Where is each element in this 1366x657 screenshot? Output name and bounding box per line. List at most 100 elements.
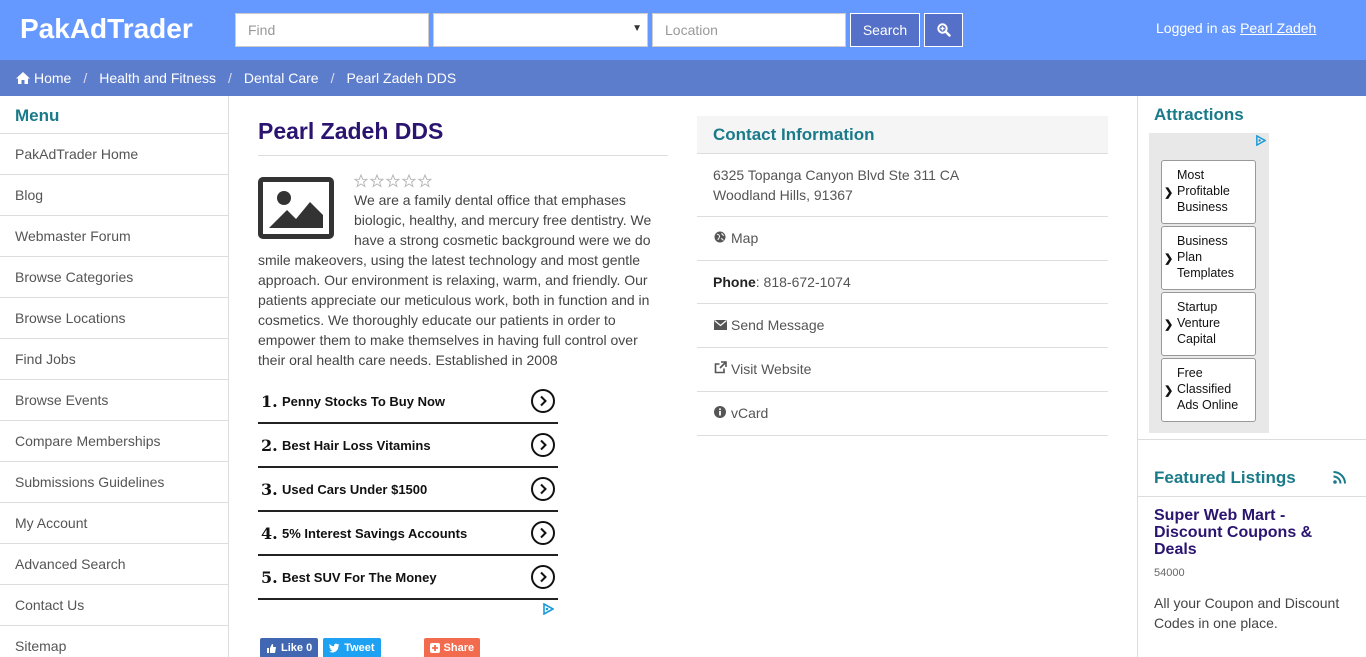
breadcrumb-health-fitness[interactable]: Health and Fitness	[99, 70, 216, 86]
menu-item-browse-locations[interactable]: Browse Locations	[0, 298, 228, 339]
login-prefix: Logged in as	[1156, 20, 1237, 36]
ad-label: Penny Stocks To Buy Now	[282, 393, 446, 409]
image-placeholder-icon	[258, 177, 334, 239]
attraction-link[interactable]: ❯ Most Profitable Business	[1161, 160, 1256, 224]
facebook-like-button[interactable]: Like 0	[260, 638, 319, 657]
ad-link[interactable]: 2. Best Hair Loss Vitamins	[258, 424, 558, 468]
attraction-line: Business	[1177, 200, 1228, 214]
menu-item-find-jobs[interactable]: Find Jobs	[0, 339, 228, 380]
attraction-line: Free	[1177, 366, 1203, 380]
menu-item-blog[interactable]: Blog	[0, 175, 228, 216]
attractions-ad-box: ❯ Most Profitable Business ❯ Business Pl…	[1149, 133, 1269, 433]
listing-title: Pearl Zadeh DDS	[258, 118, 668, 156]
vcard-label: vCard	[731, 405, 769, 421]
menu-item-webmaster-forum[interactable]: Webmaster Forum	[0, 216, 228, 257]
contact-panel: Contact Information 6325 Topanga Canyon …	[697, 116, 1108, 436]
breadcrumb: Home / Health and Fitness / Dental Care …	[0, 60, 1366, 96]
ad-number: 5.	[261, 567, 278, 587]
contact-vcard[interactable]: vCard	[697, 392, 1108, 436]
attraction-link[interactable]: ❯ Startup Venture Capital	[1161, 292, 1256, 356]
sponsored-links: 1. Penny Stocks To Buy Now 2. Best Hair …	[258, 380, 558, 600]
adchoices-icon[interactable]	[1255, 135, 1266, 146]
facebook-like-label: Like 0	[281, 642, 313, 654]
plus-icon	[429, 643, 440, 653]
menu-item-contact-us[interactable]: Contact Us	[0, 585, 228, 626]
ad-label: 5% Interest Savings Accounts	[282, 525, 468, 541]
attraction-line: Templates	[1177, 266, 1234, 280]
featured-listing-id: 54000	[1154, 567, 1185, 579]
ad-link[interactable]: 1. Penny Stocks To Buy Now	[258, 380, 558, 424]
menu-item-browse-categories[interactable]: Browse Categories	[0, 257, 228, 298]
left-menu: Menu PakAdTrader Home Blog Webmaster For…	[0, 96, 229, 657]
chevron-right-icon: ❯	[1164, 385, 1174, 397]
rss-icon[interactable]	[1333, 471, 1346, 484]
menu-item-home[interactable]: PakAdTrader Home	[0, 134, 228, 175]
menu-item-compare-memberships[interactable]: Compare Memberships	[0, 421, 228, 462]
ad-number: 4.	[261, 523, 278, 543]
ad-link[interactable]: 5. Best SUV For The Money	[258, 556, 558, 600]
username-link[interactable]: Pearl Zadeh	[1240, 20, 1316, 36]
menu-item-sitemap[interactable]: Sitemap	[0, 626, 228, 657]
attractions-title: Attractions	[1154, 105, 1244, 124]
social-buttons: Like 0 Tweet Share	[260, 638, 481, 657]
select-arrow-icon: ▼	[632, 23, 642, 34]
site-logo[interactable]: PakAdTrader	[20, 13, 193, 45]
attraction-line: Ads Online	[1177, 398, 1239, 412]
featured-listing-title[interactable]: Super Web Mart - Discount Coupons & Deal…	[1154, 507, 1354, 558]
chevron-right-icon: ❯	[1164, 253, 1174, 265]
right-sidebar: Attractions ❯ Most Profitable Business ❯…	[1137, 96, 1366, 657]
empty-star-icon	[353, 173, 433, 188]
location-input[interactable]	[652, 13, 846, 47]
send-message-label: Send Message	[731, 317, 825, 333]
menu-item-submission-guidelines[interactable]: Submissions Guidelines	[0, 462, 228, 503]
phone-label: Phone	[713, 274, 756, 290]
breadcrumb-home[interactable]: Home	[15, 70, 71, 86]
chevron-right-icon: ❯	[1164, 187, 1174, 199]
contact-address: 6325 Topanga Canyon Blvd Ste 311 CA Wood…	[697, 154, 1108, 217]
share-label: Share	[443, 642, 475, 654]
attraction-line: Business	[1177, 234, 1228, 248]
contact-title: Contact Information	[697, 116, 1108, 154]
share-button[interactable]: Share	[423, 638, 481, 657]
menu-item-browse-events[interactable]: Browse Events	[0, 380, 228, 421]
ad-number: 2.	[261, 435, 278, 455]
attraction-link[interactable]: ❯ Free Classified Ads Online	[1161, 358, 1256, 422]
chevron-right-circle-icon	[531, 389, 555, 413]
featured-listings-title: Featured Listings	[1154, 468, 1296, 487]
chevron-right-circle-icon	[531, 521, 555, 545]
tweet-button[interactable]: Tweet	[323, 638, 381, 657]
home-icon	[16, 72, 30, 84]
divider	[1138, 496, 1366, 497]
breadcrumb-separator: /	[330, 70, 335, 86]
menu-item-advanced-search[interactable]: Advanced Search	[0, 544, 228, 585]
breadcrumb-dental-care[interactable]: Dental Care	[244, 70, 319, 86]
globe-icon	[713, 229, 727, 249]
attraction-line: Plan	[1177, 250, 1203, 264]
contact-visit-website[interactable]: Visit Website	[697, 348, 1108, 392]
adchoices-icon[interactable]	[542, 602, 555, 618]
address-line-1: 6325 Topanga Canyon Blvd Ste 311 CA	[713, 167, 960, 183]
contact-send-message[interactable]: Send Message	[697, 304, 1108, 348]
map-label: Map	[731, 230, 759, 246]
chevron-right-circle-icon	[531, 565, 555, 589]
attraction-link[interactable]: ❯ Business Plan Templates	[1161, 226, 1256, 290]
ad-link[interactable]: 4. 5% Interest Savings Accounts	[258, 512, 558, 556]
zoom-search-icon	[936, 23, 951, 37]
attraction-line: Venture	[1177, 316, 1221, 330]
contact-map-link[interactable]: Map	[697, 217, 1108, 261]
search-button[interactable]: Search	[850, 13, 920, 47]
find-input[interactable]	[235, 13, 429, 47]
divider	[1138, 439, 1366, 440]
category-select[interactable]: ▼	[433, 13, 648, 47]
external-link-icon	[713, 360, 727, 380]
advanced-search-button[interactable]	[924, 13, 963, 47]
breadcrumb-separator: /	[227, 70, 232, 86]
menu-item-my-account[interactable]: My Account	[0, 503, 228, 544]
menu-title: Menu	[0, 96, 228, 134]
login-status: Logged in as Pearl Zadeh	[1156, 20, 1316, 36]
ad-link[interactable]: 3. Used Cars Under $1500	[258, 468, 558, 512]
thumbs-up-icon	[267, 643, 276, 653]
tweet-label: Tweet	[344, 642, 375, 654]
breadcrumb-separator: /	[83, 70, 88, 86]
contact-phone: Phone: 818-672-1074	[697, 261, 1108, 304]
